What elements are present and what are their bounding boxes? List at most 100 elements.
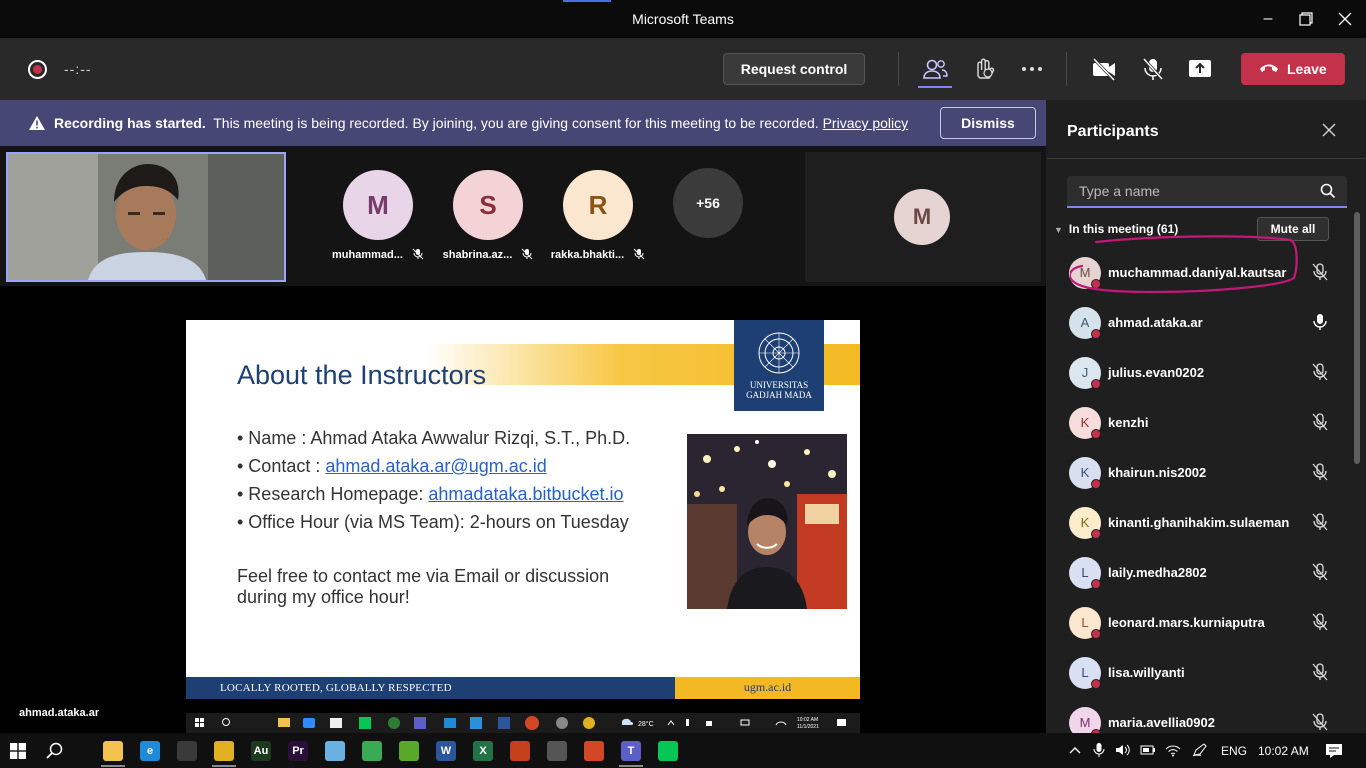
maximize-button[interactable] <box>1291 6 1321 32</box>
microphone-icon[interactable] <box>1093 742 1105 758</box>
email-link[interactable]: ahmad.ataka.ar@ugm.ac.id <box>325 456 546 476</box>
pen-icon[interactable] <box>1192 743 1208 757</box>
chrome-icon[interactable] <box>214 741 234 761</box>
camera-off-icon[interactable] <box>1090 56 1118 82</box>
share-screen-icon[interactable] <box>1186 56 1214 82</box>
homepage-link[interactable]: ahmadataka.bitbucket.io <box>428 484 623 504</box>
media-player-icon[interactable] <box>362 741 382 761</box>
audio-app-icon[interactable] <box>547 741 567 761</box>
participant-strip: M muhammad... S shabrina.az... R rakka.b… <box>0 146 1046 286</box>
windows-taskbar: ENG 10:02 AM e Au Pr W X T <box>0 733 1366 768</box>
search-icon[interactable] <box>46 742 64 760</box>
warning-icon <box>29 116 45 130</box>
battery-icon[interactable] <box>1140 744 1156 756</box>
notification-center-icon[interactable] <box>1325 743 1343 759</box>
participant-row[interactable]: Jjulius.evan0202 <box>1047 347 1357 397</box>
search-icon[interactable] <box>1320 183 1336 199</box>
matlab-icon[interactable] <box>510 741 530 761</box>
avatar-initial: K <box>1080 415 1090 430</box>
recording-status-dot <box>1091 329 1101 339</box>
running-app-indicator <box>212 765 236 767</box>
participant-name: khairun.nis2002 <box>1108 465 1207 480</box>
participant-row[interactable]: Kkhairun.nis2002 <box>1047 447 1357 497</box>
premiere-icon[interactable]: Pr <box>288 741 308 761</box>
participant-name: ahmad.ataka.ar <box>1108 315 1203 330</box>
participant-row[interactable]: Kkenzhi <box>1047 397 1357 447</box>
recording-banner-text: Recording has started. This meeting is b… <box>54 115 908 131</box>
notepad-icon[interactable] <box>325 741 345 761</box>
avatar-initial: K <box>1080 465 1090 480</box>
mic-muted-icon[interactable] <box>1312 413 1328 431</box>
line-icon[interactable] <box>658 741 678 761</box>
windows-start-icon[interactable] <box>10 743 26 759</box>
bullet-contact: • Contact : ahmad.ataka.ar@ugm.ac.id <box>237 452 630 480</box>
more-options-icon[interactable] <box>1018 56 1046 82</box>
mic-muted-icon <box>522 248 533 260</box>
powerpoint-icon[interactable] <box>584 741 604 761</box>
mic-on-icon[interactable] <box>1312 313 1328 331</box>
mic-muted-icon[interactable] <box>1312 513 1328 531</box>
participant-tile-label: shabrina.az... <box>438 248 538 261</box>
participants-icon[interactable] <box>921 56 949 82</box>
title-bar: Microsoft Teams – <box>0 0 1366 38</box>
mic-muted-icon[interactable] <box>1312 263 1328 281</box>
mic-muted-icon[interactable] <box>1139 56 1167 82</box>
avatar-initial: M <box>1079 715 1091 730</box>
avatar: K <box>1069 507 1101 539</box>
mic-muted-icon[interactable] <box>1312 363 1328 381</box>
participant-search-input[interactable] <box>1067 176 1307 206</box>
privacy-policy-link[interactable]: Privacy policy <box>823 115 909 131</box>
window-title: Microsoft Teams <box>632 11 734 27</box>
mic-muted-icon <box>412 248 424 260</box>
audition-icon[interactable]: Au <box>251 741 271 761</box>
avatar: M <box>343 170 413 240</box>
dismiss-button[interactable]: Dismiss <box>940 107 1036 139</box>
utorrent-icon[interactable] <box>399 741 419 761</box>
wifi-icon[interactable] <box>1165 743 1181 757</box>
participant-search <box>1067 176 1347 208</box>
avatar: J <box>1069 357 1101 389</box>
participant-row[interactable]: Lleonard.mars.kurniaputra <box>1047 597 1357 647</box>
leave-button[interactable]: Leave <box>1241 53 1345 85</box>
participant-row[interactable]: Kkinanti.ghanihakim.sulaeman <box>1047 497 1357 547</box>
more-participants-button[interactable]: +56 <box>673 168 743 238</box>
mic-muted-icon[interactable] <box>1312 613 1328 631</box>
mic-muted-icon[interactable] <box>1312 463 1328 481</box>
avatar: L <box>1069 557 1101 589</box>
slide-footer-motto: LOCALLY ROOTED, GLOBALLY RESPECTED <box>186 677 675 699</box>
slide-bullets: • Name : Ahmad Ataka Awwalur Rizqi, S.T.… <box>237 424 630 536</box>
participant-row[interactable]: Mmaria.avellia0902 <box>1047 697 1357 733</box>
close-window-button[interactable] <box>1330 6 1360 32</box>
participant-tile[interactable]: R rakka.bhakti... <box>548 170 648 261</box>
avatar-initial: A <box>1080 315 1090 330</box>
participant-row[interactable]: Llisa.willyanti <box>1047 647 1357 697</box>
participant-name: laily.medha2802 <box>1108 565 1207 580</box>
mic-muted-icon[interactable] <box>1312 563 1328 581</box>
participant-tile[interactable]: S shabrina.az... <box>438 170 538 261</box>
excel-icon[interactable]: X <box>473 741 493 761</box>
volume-icon[interactable] <box>1115 743 1131 757</box>
bullet-homepage-prefix: • Research Homepage: <box>237 484 429 504</box>
minimize-button[interactable]: – <box>1253 6 1283 32</box>
request-control-button[interactable]: Request control <box>723 53 865 85</box>
edge-icon[interactable]: e <box>140 741 160 761</box>
participant-tile[interactable]: M muhammad... <box>328 170 428 261</box>
recording-banner: Recording has started. This meeting is b… <box>0 100 1046 146</box>
participant-list-scrollbar[interactable] <box>1354 212 1360 464</box>
word-icon[interactable]: W <box>436 741 456 761</box>
participants-title: Participants <box>1067 123 1159 140</box>
file-explorer-icon[interactable] <box>103 741 123 761</box>
participant-name: maria.avellia0902 <box>1108 715 1215 730</box>
show-hidden-icons-icon[interactable] <box>1069 745 1081 755</box>
mic-muted-icon[interactable] <box>1312 713 1328 731</box>
participant-row[interactable]: Llaily.medha2802 <box>1047 547 1357 597</box>
system-clock[interactable]: 10:02 AM <box>1258 744 1309 758</box>
store-icon[interactable] <box>177 741 197 761</box>
mic-muted-icon[interactable] <box>1312 663 1328 681</box>
close-panel-icon[interactable] <box>1322 120 1336 143</box>
raise-hand-icon[interactable] <box>970 56 998 82</box>
teams-icon[interactable]: T <box>621 741 641 761</box>
presenter-video-tile[interactable] <box>6 152 286 282</box>
input-language[interactable]: ENG <box>1221 744 1247 758</box>
avatar: M <box>1069 707 1101 733</box>
